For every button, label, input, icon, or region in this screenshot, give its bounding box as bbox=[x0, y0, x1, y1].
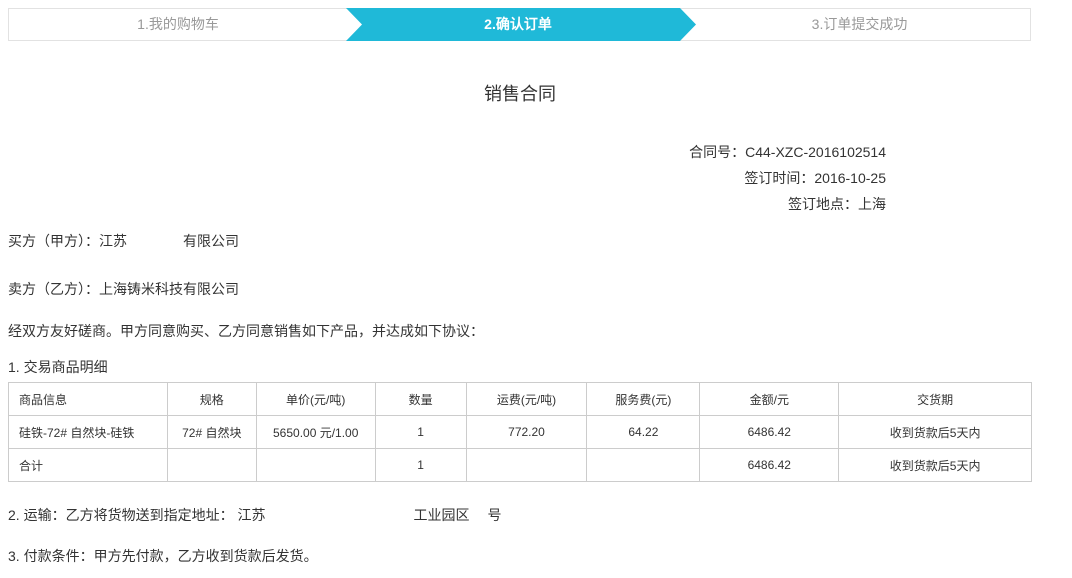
table-cell: 6486.42 bbox=[699, 448, 840, 482]
contract-number-label: 合同号： bbox=[689, 144, 746, 160]
shipping-label: 2. 运输：乙方将货物送到指定地址： bbox=[8, 507, 234, 523]
table-cell bbox=[255, 448, 376, 482]
step-cart[interactable]: 1.我的购物车 bbox=[8, 8, 348, 41]
seller-line: 卖方（乙方）：上海铸米科技有限公司 bbox=[8, 279, 239, 299]
buyer-line: 买方（甲方）：江苏 有限公司 bbox=[8, 231, 239, 251]
column-header: 商品信息 bbox=[8, 382, 168, 416]
table-cell: 5650.00 元/1.00 bbox=[255, 415, 376, 449]
table-cell bbox=[586, 448, 701, 482]
buyer-name-start: 江苏 bbox=[99, 233, 127, 249]
buyer-label: 买方（甲方）： bbox=[8, 233, 99, 249]
redacted-text bbox=[469, 509, 488, 524]
table-cell: 硅铁-72# 自然块-硅铁 bbox=[8, 415, 168, 449]
table-header-row: 商品信息 规格 单价(元/吨) 数量 运费(元/吨) 服务费(元) 金额/元 交… bbox=[8, 382, 1032, 416]
step-confirm-order: 2.确认订单 bbox=[484, 16, 552, 32]
table-cell: 6486.42 bbox=[699, 415, 840, 449]
redacted-text bbox=[265, 509, 414, 524]
contract-place: 签订地点：上海 bbox=[788, 194, 886, 214]
table-total-row: 合计 1 6486.42 收到货款后5天内 bbox=[8, 448, 1032, 482]
goods-table: 商品信息 规格 单价(元/吨) 数量 运费(元/吨) 服务费(元) 金额/元 交… bbox=[8, 382, 1032, 482]
buyer-name-end: 有限公司 bbox=[183, 233, 239, 249]
shipping-address-end: 号 bbox=[487, 507, 502, 523]
redacted-text bbox=[127, 235, 183, 250]
seller-name: 上海铸米科技有限公司 bbox=[99, 281, 239, 297]
table-cell: 72# 自然块 bbox=[166, 415, 257, 449]
contract-date: 签订时间：2016-10-25 bbox=[744, 168, 886, 188]
shipping-address-start: 江苏 bbox=[237, 507, 266, 523]
checkout-progress: 1.我的购物车 2.确认订单 3.订单提交成功 bbox=[8, 8, 1031, 41]
table-cell: 1 bbox=[374, 415, 467, 449]
contract-number-value: C44-XZC-2016102514 bbox=[745, 144, 886, 160]
shipping-line: 2. 运输：乙方将货物送到指定地址： 江苏 工业园区 号 bbox=[8, 505, 501, 525]
contract-date-value: 2016-10-25 bbox=[814, 170, 886, 186]
table-cell bbox=[166, 448, 257, 482]
table-cell: 收到货款后5天内 bbox=[838, 415, 1032, 449]
contract-title: 销售合同 bbox=[484, 84, 556, 104]
column-header: 服务费(元) bbox=[586, 382, 701, 416]
payment-terms: 3. 付款条件：甲方先付款，乙方收到货款后发货。 bbox=[8, 548, 318, 564]
section-goods-title: 1. 交易商品明细 bbox=[8, 359, 108, 375]
table-cell: 1 bbox=[374, 448, 467, 482]
column-header: 数量 bbox=[374, 382, 467, 416]
table-row: 硅铁-72# 自然块-硅铁 72# 自然块 5650.00 元/1.00 1 7… bbox=[8, 415, 1032, 449]
contract-number: 合同号：C44-XZC-2016102514 bbox=[689, 142, 886, 162]
table-cell: 合计 bbox=[8, 448, 168, 482]
column-header: 规格 bbox=[166, 382, 257, 416]
table-cell: 收到货款后5天内 bbox=[838, 448, 1032, 482]
column-header: 交货期 bbox=[838, 382, 1032, 416]
contract-place-label: 签订地点： bbox=[788, 196, 858, 212]
table-cell: 64.22 bbox=[586, 415, 701, 449]
step-order-submitted: 3.订单提交成功 bbox=[811, 16, 908, 32]
shipping-address-mid: 工业园区 bbox=[413, 507, 470, 523]
seller-label: 卖方（乙方）： bbox=[8, 281, 99, 297]
column-header: 单价(元/吨) bbox=[255, 382, 376, 416]
column-header: 金额/元 bbox=[699, 382, 840, 416]
contract-place-value: 上海 bbox=[858, 196, 886, 212]
table-cell: 772.20 bbox=[465, 415, 588, 449]
contract-date-label: 签订时间： bbox=[744, 170, 815, 186]
table-cell bbox=[465, 448, 588, 482]
column-header: 运费(元/吨) bbox=[465, 382, 588, 416]
agreement-intro: 经双方友好磋商。甲方同意购买、乙方同意销售如下产品，并达成如下协议： bbox=[8, 323, 484, 339]
